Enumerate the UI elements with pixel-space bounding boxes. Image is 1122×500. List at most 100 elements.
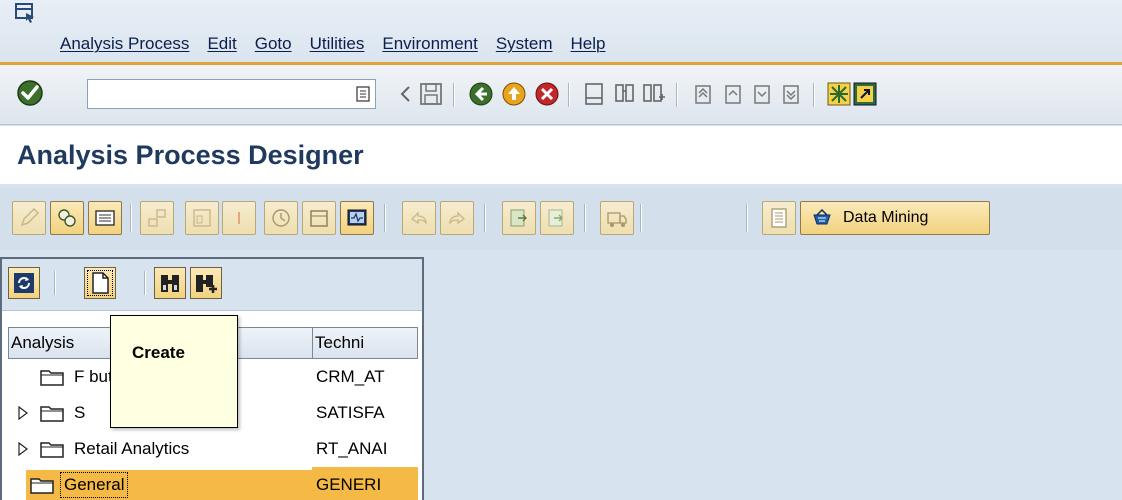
group-button[interactable]	[185, 201, 219, 235]
tree-row-technical-name: RT_ANAI	[316, 439, 388, 458]
enter-icon[interactable]	[16, 79, 44, 107]
menu-edit[interactable]: Edit	[207, 34, 236, 54]
menu-goto[interactable]: Goto	[255, 34, 292, 54]
undo-button[interactable]	[402, 201, 436, 235]
previous-page-icon[interactable]	[720, 81, 746, 107]
calendar-icon	[310, 210, 328, 227]
calendar-button[interactable]	[302, 201, 336, 235]
change-button[interactable]	[12, 201, 46, 235]
last-page-icon[interactable]	[778, 81, 804, 107]
tree-row-name-cell: Retail Analytics	[8, 431, 312, 467]
hierarchy-icon	[148, 209, 166, 227]
redo-button[interactable]	[440, 201, 474, 235]
column-header-technical-name[interactable]: Techni	[312, 327, 418, 359]
check-button[interactable]	[50, 201, 84, 235]
menu-items: Analysis Process Edit Goto Utilities Env…	[60, 34, 623, 54]
display-button[interactable]	[88, 201, 122, 235]
monitor-button[interactable]	[340, 201, 374, 235]
toolbar-separator	[453, 83, 455, 107]
menu-utilities[interactable]: Utilities	[310, 34, 365, 54]
print-icon[interactable]	[582, 81, 608, 107]
create-button[interactable]	[84, 267, 116, 299]
tree-row-name-cell: General	[8, 467, 312, 500]
first-page-icon[interactable]	[690, 81, 716, 107]
tree-toolbar	[2, 259, 422, 311]
find-icon[interactable]	[612, 81, 638, 107]
cancel-icon[interactable]	[534, 81, 560, 107]
menu-help[interactable]: Help	[571, 34, 606, 54]
import-button[interactable]	[502, 201, 536, 235]
data-mining-icon	[813, 208, 831, 225]
pencil-icon	[20, 207, 40, 227]
folder-icon	[30, 478, 54, 494]
command-history-icon[interactable]	[356, 86, 370, 102]
tree-row-technical-name: GENERI	[312, 467, 418, 500]
menu-system[interactable]: System	[496, 34, 553, 54]
tooltip-text: Create	[132, 343, 185, 362]
new-session-icon[interactable]	[826, 81, 852, 107]
redo-icon	[449, 211, 466, 226]
tree-row[interactable]: Retail Analytics RT_ANAI	[8, 431, 418, 467]
next-page-icon[interactable]	[749, 81, 775, 107]
group-icon	[193, 209, 211, 227]
binoculars-icon	[161, 275, 179, 292]
schedule-button[interactable]	[264, 201, 298, 235]
data-mining-button[interactable]: Data Mining	[800, 201, 990, 235]
menu-bar: Analysis Process Edit Goto Utilities Env…	[0, 0, 1122, 62]
tree-row-label: Retail Analytics	[74, 439, 190, 458]
system-menu-icon[interactable]	[14, 2, 38, 24]
document-icon	[771, 208, 787, 228]
toolbar-separator	[384, 204, 386, 232]
expand-icon[interactable]	[16, 442, 30, 456]
green-back-icon[interactable]	[468, 81, 494, 107]
toolbar-separator	[746, 204, 748, 232]
find-next-icon[interactable]	[641, 81, 667, 107]
tree-row-technical-name: CRM_AT	[316, 367, 385, 386]
binoculars-plus-icon	[196, 275, 217, 293]
hierarchy-button[interactable]	[140, 201, 174, 235]
save-icon[interactable]	[418, 81, 444, 107]
folder-icon	[40, 406, 64, 422]
menu-environment[interactable]: Environment	[382, 34, 477, 54]
menu-analysis-process[interactable]: Analysis Process	[60, 34, 189, 54]
export-button[interactable]	[540, 201, 574, 235]
tree-row-label: S	[74, 403, 86, 422]
page-title: Analysis Process Designer	[17, 140, 364, 170]
refresh-icon	[14, 273, 34, 293]
import-icon	[510, 209, 527, 227]
command-field[interactable]	[87, 79, 376, 109]
find-next-tree-button[interactable]	[190, 267, 222, 299]
transport-icon	[607, 212, 627, 227]
tree-row-label: General	[59, 472, 129, 498]
exit-icon[interactable]	[501, 81, 527, 107]
back-icon[interactable]	[393, 81, 419, 107]
shortcut-icon[interactable]	[852, 81, 878, 107]
tree-row-selected[interactable]: General GENERI	[8, 467, 418, 500]
toolbar-separator	[130, 204, 132, 232]
toolbar-separator	[144, 271, 146, 295]
export-icon	[548, 209, 563, 227]
clock-icon	[272, 209, 290, 227]
system-toolbar	[0, 65, 1122, 125]
new-document-icon	[92, 272, 109, 294]
documentation-button[interactable]	[762, 201, 796, 235]
toolbar-separator	[484, 204, 486, 232]
title-area: Analysis Process Designer	[0, 126, 1122, 184]
selection-highlight: General	[26, 470, 312, 500]
list-icon	[95, 210, 115, 226]
expand-icon[interactable]	[16, 406, 30, 420]
info-button[interactable]	[222, 201, 256, 235]
transport-button[interactable]	[600, 201, 634, 235]
folder-icon	[40, 370, 64, 386]
refresh-button[interactable]	[8, 267, 40, 299]
tree-row-technical-name: SATISFA	[316, 403, 385, 422]
info-icon	[238, 212, 240, 224]
undo-icon	[410, 211, 427, 226]
create-tooltip: Create	[110, 315, 238, 428]
toolbar-separator	[568, 83, 570, 107]
monitor-icon	[347, 209, 367, 226]
toolbar-separator	[640, 204, 642, 232]
application-toolbar: Data Mining	[0, 188, 1122, 250]
find-tree-button[interactable]	[154, 267, 186, 299]
toolbar-separator	[54, 271, 56, 295]
